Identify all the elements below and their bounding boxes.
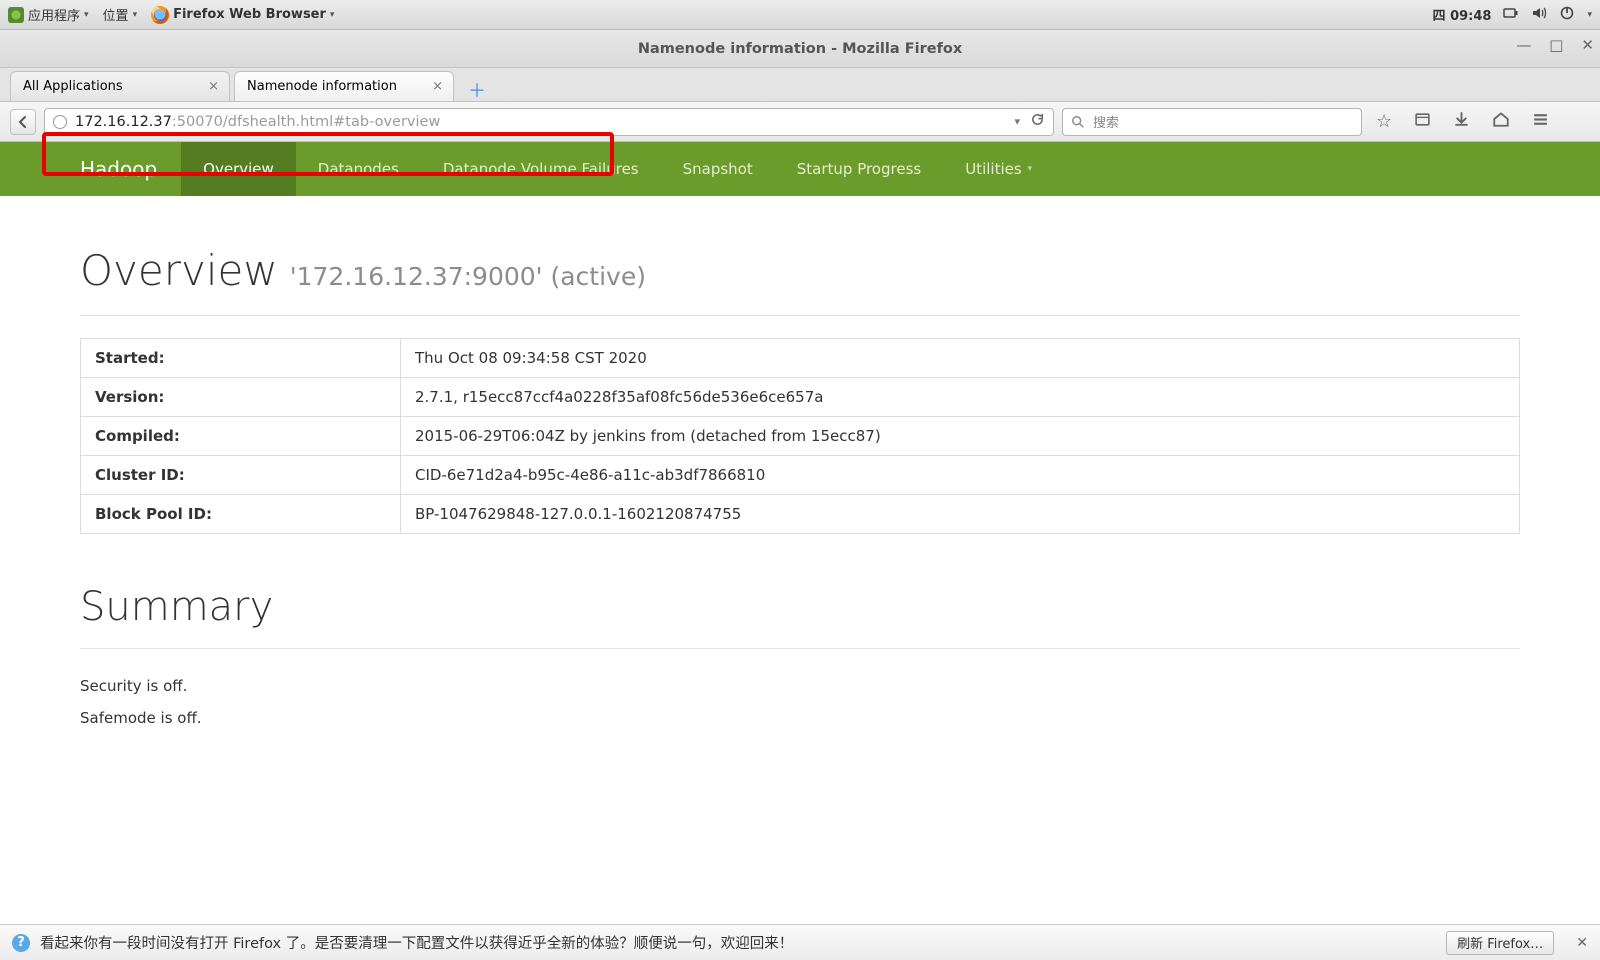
downloads-button[interactable]	[1453, 111, 1470, 133]
minimize-button[interactable]: —	[1516, 36, 1531, 54]
clock[interactable]: 四 09:48	[1433, 5, 1492, 24]
tab-label: All Applications	[23, 79, 123, 94]
menu-button[interactable]	[1532, 111, 1549, 133]
volume-icon[interactable]	[1531, 5, 1547, 25]
new-tab-button[interactable]: ＋	[464, 79, 490, 101]
hadoop-brand[interactable]: Hadoop	[72, 157, 181, 181]
notification-text: 看起来你有一段时间没有打开 Firefox 了。是否要清理一下配置文件以获得近乎…	[40, 932, 793, 953]
firefox-window: Namenode information - Mozilla Firefox —…	[0, 30, 1600, 960]
url-host: 172.16.12.37	[75, 114, 172, 130]
back-button[interactable]	[10, 109, 36, 135]
table-row: Cluster ID:CID-6e71d2a4-b95c-4e86-a11c-a…	[81, 456, 1520, 495]
table-row: Version:2.7.1, r15ecc87ccf4a0228f35af08f…	[81, 378, 1520, 417]
search-placeholder: 搜索	[1093, 112, 1119, 131]
chevron-down-icon: ▾	[330, 10, 335, 20]
applications-label: 应用程序	[28, 5, 80, 24]
row-key: Version:	[81, 378, 401, 417]
globe-icon	[53, 115, 67, 129]
close-button[interactable]: ✕	[1581, 36, 1594, 54]
tab-namenode-info[interactable]: Namenode information ×	[234, 71, 454, 101]
row-key: Compiled:	[81, 417, 401, 456]
chevron-down-icon: ▾	[84, 10, 89, 20]
url-path: :50070/dfshealth.html#tab-overview	[172, 114, 440, 130]
summary-line: Security is off.	[80, 677, 1520, 695]
nav-overview[interactable]: Overview	[181, 142, 296, 196]
battery-icon[interactable]	[1503, 5, 1519, 25]
url-bar[interactable]: 172.16.12.37:50070/dfshealth.html#tab-ov…	[44, 108, 1054, 136]
nav-startup-progress[interactable]: Startup Progress	[775, 142, 943, 196]
window-titlebar: Namenode information - Mozilla Firefox —…	[0, 30, 1600, 68]
chevron-down-icon: ▾	[1028, 164, 1033, 174]
page-viewport: Hadoop Overview Datanodes Datanode Volum…	[0, 142, 1600, 960]
reload-button[interactable]	[1030, 112, 1045, 131]
browser-tabstrip: All Applications × Namenode information …	[0, 68, 1600, 102]
maximize-button[interactable]: □	[1549, 36, 1563, 54]
hadoop-content: Overview '172.16.12.37:9000' (active) St…	[0, 196, 1600, 727]
refresh-firefox-button[interactable]: 刷新 Firefox…	[1446, 931, 1554, 955]
summary-line: Safemode is off.	[80, 709, 1520, 727]
row-key: Block Pool ID:	[81, 495, 401, 534]
navigation-toolbar: 172.16.12.37:50070/dfshealth.html#tab-ov…	[0, 102, 1600, 142]
close-notification-button[interactable]: ✕	[1576, 935, 1588, 951]
row-value: BP-1047629848-127.0.0.1-1602120874755	[401, 495, 1520, 534]
nav-datanode-volume-failures[interactable]: Datanode Volume Failures	[421, 142, 661, 196]
row-value: Thu Oct 08 09:34:58 CST 2020	[401, 339, 1520, 378]
tab-label: Namenode information	[247, 79, 397, 94]
firefox-app-label: Firefox Web Browser	[173, 7, 326, 22]
row-key: Started:	[81, 339, 401, 378]
table-row: Compiled:2015-06-29T06:04Z by jenkins fr…	[81, 417, 1520, 456]
hadoop-navbar: Hadoop Overview Datanodes Datanode Volum…	[0, 142, 1600, 196]
overview-table: Started:Thu Oct 08 09:34:58 CST 2020 Ver…	[80, 338, 1520, 534]
table-row: Block Pool ID:BP-1047629848-127.0.0.1-16…	[81, 495, 1520, 534]
library-button[interactable]	[1414, 111, 1431, 133]
gnome-foot-icon	[8, 7, 24, 23]
dropdown-icon[interactable]: ▾	[1014, 115, 1020, 128]
gnome-top-panel: 应用程序 ▾ 位置 ▾ Firefox Web Browser ▾ 四 09:4…	[0, 0, 1600, 30]
tab-all-applications[interactable]: All Applications ×	[10, 71, 230, 101]
search-icon	[1071, 115, 1085, 129]
places-menu[interactable]: 位置 ▾	[103, 5, 138, 24]
close-icon[interactable]: ×	[432, 79, 443, 94]
overview-title: Overview	[80, 246, 278, 295]
nav-snapshot[interactable]: Snapshot	[661, 142, 775, 196]
close-icon[interactable]: ×	[208, 79, 219, 94]
power-icon[interactable]	[1559, 5, 1575, 25]
chevron-down-icon[interactable]: ▾	[1587, 10, 1592, 20]
summary-heading: Summary	[80, 584, 1520, 649]
overview-subtitle: '172.16.12.37:9000' (active)	[290, 262, 646, 291]
search-box[interactable]: 搜索	[1062, 108, 1362, 136]
firefox-icon	[151, 6, 169, 24]
arrow-left-icon	[16, 115, 30, 129]
chevron-down-icon: ▾	[133, 10, 138, 20]
places-label: 位置	[103, 5, 129, 24]
firefox-app-menu[interactable]: Firefox Web Browser ▾	[151, 6, 334, 24]
notification-bar: ? 看起来你有一段时间没有打开 Firefox 了。是否要清理一下配置文件以获得…	[0, 924, 1600, 960]
info-icon: ?	[12, 934, 30, 952]
row-value: CID-6e71d2a4-b95c-4e86-a11c-ab3df7866810	[401, 456, 1520, 495]
row-value: 2.7.1, r15ecc87ccf4a0228f35af08fc56de536…	[401, 378, 1520, 417]
window-title: Namenode information - Mozilla Firefox	[638, 41, 962, 57]
row-value: 2015-06-29T06:04Z by jenkins from (detac…	[401, 417, 1520, 456]
overview-heading: Overview '172.16.12.37:9000' (active)	[80, 246, 1520, 316]
row-key: Cluster ID:	[81, 456, 401, 495]
nav-utilities[interactable]: Utilities ▾	[943, 142, 1054, 196]
bookmark-star-button[interactable]: ☆	[1376, 111, 1392, 132]
table-row: Started:Thu Oct 08 09:34:58 CST 2020	[81, 339, 1520, 378]
applications-menu[interactable]: 应用程序 ▾	[8, 5, 89, 24]
home-button[interactable]	[1492, 110, 1510, 133]
nav-datanodes[interactable]: Datanodes	[296, 142, 421, 196]
